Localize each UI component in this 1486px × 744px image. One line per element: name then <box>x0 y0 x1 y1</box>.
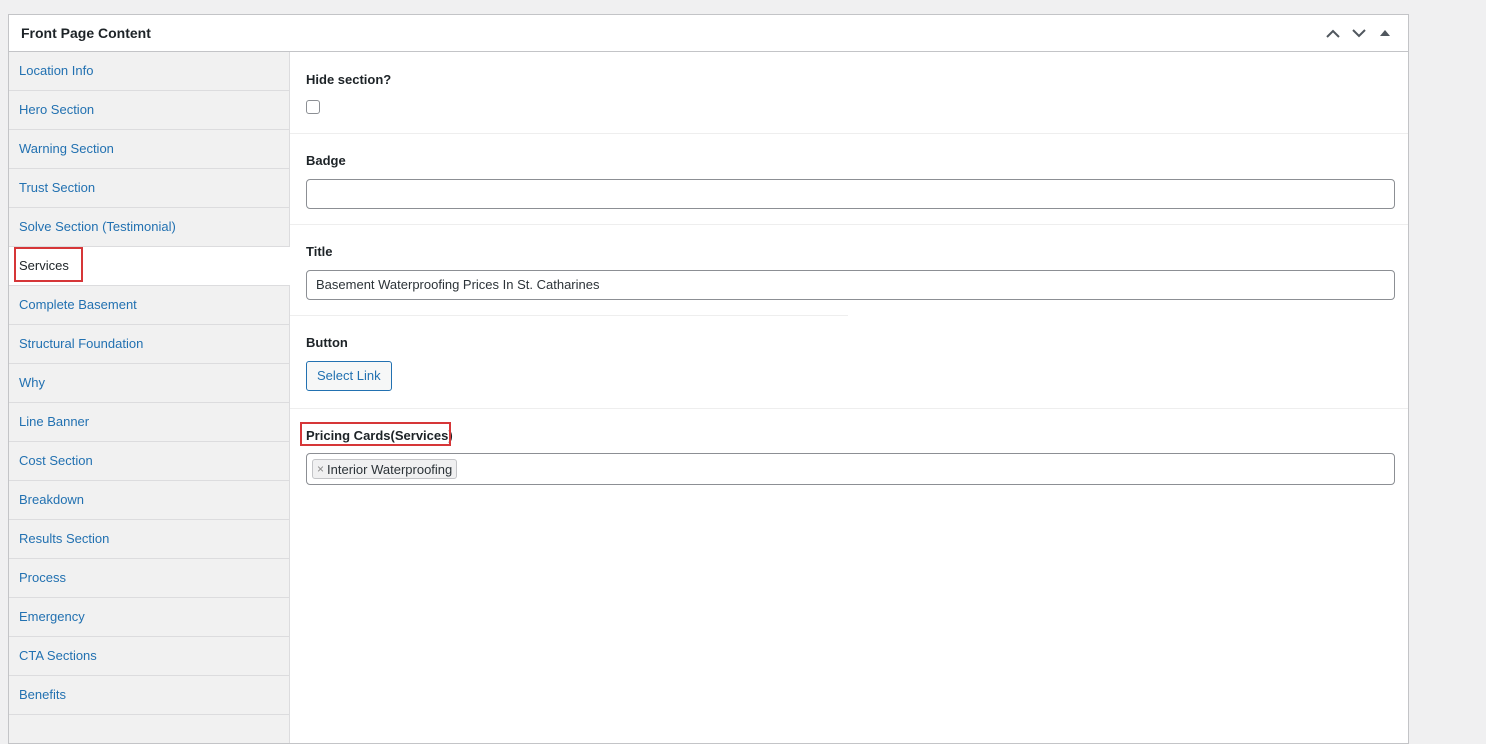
acf-tabs-wrapper: Location Info Hero Section Warning Section… <box>9 52 1408 743</box>
hide-section-checkbox[interactable] <box>306 100 320 114</box>
hide-section-field: Hide section? <box>290 72 1408 114</box>
tab-label: Why <box>19 375 45 390</box>
badge-field: Badge <box>290 153 1408 209</box>
tab-solve-section-testimonial[interactable]: Solve Section (Testimonial) <box>9 208 289 247</box>
tab-services[interactable]: Services <box>9 247 290 286</box>
tab-label: Structural Foundation <box>19 336 144 351</box>
tab-complete-basement[interactable]: Complete Basement <box>9 286 289 325</box>
metabox-header: Front Page Content <box>9 15 1408 52</box>
field-divider <box>290 133 1408 134</box>
title-label: Title <box>306 244 333 259</box>
tab-label: Breakdown <box>19 492 85 507</box>
tab-label: Hero Section <box>19 102 95 117</box>
toggle-panel-button[interactable] <box>1374 22 1396 44</box>
triangle-up-icon <box>1380 30 1390 36</box>
tab-hero-section[interactable]: Hero Section <box>9 91 289 130</box>
title-input[interactable]: Basement Waterproofing Prices In St. Cat… <box>306 270 1395 300</box>
tab-process[interactable]: Process <box>9 559 289 598</box>
title-field: Title Basement Waterproofing Prices In S… <box>290 244 1408 300</box>
tab-label: Process <box>19 570 66 585</box>
field-divider <box>290 224 1408 225</box>
tab-results-section[interactable]: Results Section <box>9 520 289 559</box>
chip-label: Interior Waterproofing <box>327 461 453 477</box>
tab-label: CTA Sections <box>19 648 97 663</box>
pricing-cards-select[interactable]: × Interior Waterproofing <box>306 453 1395 485</box>
hide-section-label: Hide section? <box>306 72 392 87</box>
tab-structural-foundation[interactable]: Structural Foundation <box>9 325 289 364</box>
tab-label: Services <box>19 258 69 273</box>
pricing-cards-field: Pricing Cards(Services) × Interior Water… <box>290 428 1408 485</box>
tab-label: Cost Section <box>19 453 93 468</box>
field-divider <box>290 315 848 316</box>
button-label: Button <box>306 335 348 350</box>
tab-label: Trust Section <box>19 180 96 195</box>
tab-line-banner[interactable]: Line Banner <box>9 403 289 442</box>
tab-label: Solve Section (Testimonial) <box>19 219 176 234</box>
tab-cost-section[interactable]: Cost Section <box>9 442 289 481</box>
tab-label: Benefits <box>19 687 66 702</box>
chevron-up-icon <box>1326 29 1340 38</box>
tab-label: Complete Basement <box>19 297 137 312</box>
remove-chip-icon[interactable]: × <box>317 462 324 476</box>
tab-label: Emergency <box>19 609 85 624</box>
tab-fields-panel: Hide section? Badge Title Basement Water… <box>290 52 1408 743</box>
badge-input[interactable] <box>306 179 1395 209</box>
tab-location-info[interactable]: Location Info <box>9 52 289 91</box>
tab-cta-sections[interactable]: CTA Sections <box>9 637 289 676</box>
tab-label: Warning Section <box>19 141 114 156</box>
tab-label: Location Info <box>19 63 94 78</box>
tab-emergency[interactable]: Emergency <box>9 598 289 637</box>
tab-list: Location Info Hero Section Warning Section… <box>9 52 290 743</box>
tab-benefits[interactable]: Benefits <box>9 676 289 715</box>
chevron-down-icon <box>1352 28 1366 37</box>
badge-label: Badge <box>306 153 346 168</box>
button-field: Button Select Link <box>290 335 1408 391</box>
metabox-actions <box>1322 22 1396 44</box>
tab-trust-section[interactable]: Trust Section <box>9 169 289 208</box>
tab-breakdown[interactable]: Breakdown <box>9 481 289 520</box>
pricing-cards-label: Pricing Cards(Services) <box>306 428 453 443</box>
field-divider <box>290 408 1408 409</box>
tab-why[interactable]: Why <box>9 364 289 403</box>
move-up-button[interactable] <box>1322 22 1344 44</box>
tab-label: Line Banner <box>19 414 90 429</box>
tab-label: Results Section <box>19 531 110 546</box>
move-down-button[interactable] <box>1348 22 1370 44</box>
selected-chip: × Interior Waterproofing <box>312 459 458 479</box>
metabox-title: Front Page Content <box>21 25 151 41</box>
select-link-button[interactable]: Select Link <box>306 361 392 391</box>
tab-warning-section[interactable]: Warning Section <box>9 130 289 169</box>
front-page-content-metabox: Front Page Content Location Info Hero Sec… <box>8 14 1409 744</box>
